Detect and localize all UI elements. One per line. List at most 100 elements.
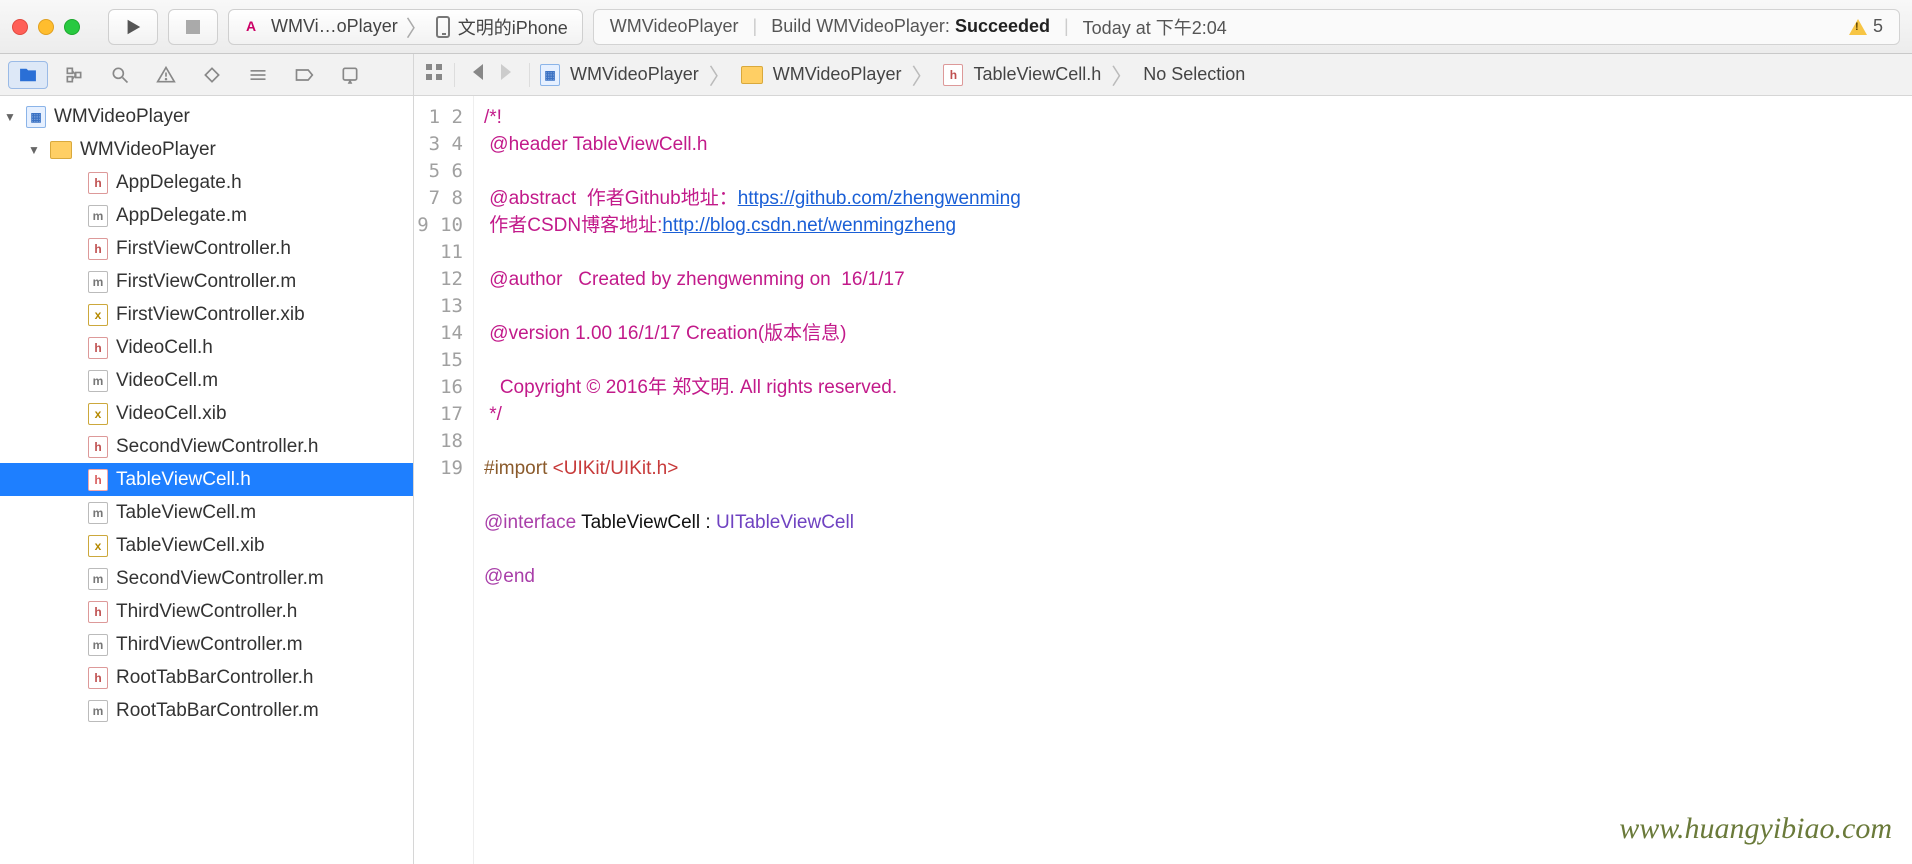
- test-navigator-tab[interactable]: [192, 61, 232, 89]
- scheme-selector[interactable]: WMVi…oPlayer 〉 文明的iPhone: [228, 9, 583, 45]
- header-file-icon: h: [943, 64, 963, 86]
- status-build: Build WMVideoPlayer: Succeeded: [771, 16, 1050, 37]
- tree-label: SecondViewController.h: [116, 436, 318, 458]
- file-icon: h: [88, 172, 108, 194]
- tree-file[interactable]: m RootTabBarController.m: [0, 694, 413, 727]
- tree-file[interactable]: m FirstViewController.m: [0, 265, 413, 298]
- close-window-button[interactable]: [12, 19, 28, 35]
- tree-group[interactable]: ▼ WMVideoPlayer: [0, 133, 413, 166]
- file-icon: x: [88, 304, 108, 326]
- project-navigator[interactable]: ▼ ▦ WMVideoPlayer ▼ WMVideoPlayer hAppDe…: [0, 96, 414, 864]
- file-icon: m: [88, 205, 108, 227]
- zoom-window-button[interactable]: [64, 19, 80, 35]
- tree-label: VideoCell.m: [116, 370, 218, 392]
- run-button[interactable]: [108, 9, 158, 45]
- tree-label: AppDelegate.m: [116, 205, 247, 227]
- toolbar: WMVi…oPlayer 〉 文明的iPhone WMVideoPlayer |…: [0, 0, 1912, 54]
- tree-file[interactable]: mVideoCell.m: [0, 364, 413, 397]
- editor-jump-bar: ▦ WMVideoPlayer 〉 WMVideoPlayer 〉 h Tabl…: [414, 54, 1912, 95]
- minimize-window-button[interactable]: [38, 19, 54, 35]
- file-icon: x: [88, 403, 108, 425]
- chevron-right-icon: 〉: [709, 59, 731, 91]
- tree-label: TableViewCell.h: [116, 469, 251, 491]
- tree-label: TableViewCell.m: [116, 502, 256, 524]
- tab-bar: ▦ WMVideoPlayer 〉 WMVideoPlayer 〉 h Tabl…: [0, 54, 1912, 96]
- folder-icon: [741, 66, 763, 84]
- crumb-file[interactable]: TableViewCell.h: [973, 64, 1101, 85]
- file-icon: x: [88, 535, 108, 557]
- file-icon: h: [88, 601, 108, 623]
- tree-label: SecondViewController.m: [116, 568, 324, 590]
- crumb-selection[interactable]: No Selection: [1143, 64, 1245, 85]
- csdn-link[interactable]: http://blog.csdn.net/wenmingzheng: [662, 215, 956, 236]
- file-icon: h: [88, 436, 108, 458]
- tree-label: ThirdViewController.h: [116, 601, 297, 623]
- status-time: Today at 下午2:04: [1083, 14, 1227, 40]
- file-icon: m: [88, 568, 108, 590]
- tree-label: TableViewCell.xib: [116, 535, 265, 557]
- scheme-app-label: WMVi…oPlayer: [271, 16, 398, 37]
- activity-status: WMVideoPlayer | Build WMVideoPlayer: Suc…: [593, 9, 1900, 45]
- issue-navigator-tab[interactable]: [146, 61, 186, 89]
- project-navigator-tab[interactable]: [8, 61, 48, 89]
- navigator-tabs: [0, 54, 414, 95]
- crumb-group[interactable]: WMVideoPlayer: [773, 64, 902, 85]
- history-nav: [465, 62, 519, 87]
- tree-label: FirstViewController.m: [116, 271, 296, 293]
- tree-label: RootTabBarController.m: [116, 700, 319, 722]
- symbol-navigator-tab[interactable]: [54, 61, 94, 89]
- breadcrumb[interactable]: ▦ WMVideoPlayer 〉 WMVideoPlayer 〉 h Tabl…: [540, 59, 1245, 91]
- tree-file[interactable]: m AppDelegate.m: [0, 199, 413, 232]
- debug-navigator-tab[interactable]: [238, 61, 278, 89]
- warnings-count: 5: [1873, 16, 1883, 37]
- status-project: WMVideoPlayer: [610, 16, 739, 37]
- tree-label: RootTabBarController.h: [116, 667, 314, 689]
- tree-file[interactable]: h SecondViewController.h: [0, 430, 413, 463]
- tree-file[interactable]: mThirdViewController.m: [0, 628, 413, 661]
- warning-triangle-icon: [1849, 19, 1867, 35]
- report-navigator-tab[interactable]: [330, 61, 370, 89]
- chevron-right-icon: 〉: [406, 11, 428, 43]
- tree-file[interactable]: hAppDelegate.h: [0, 166, 413, 199]
- warnings-indicator[interactable]: 5: [1849, 16, 1883, 37]
- file-icon: m: [88, 271, 108, 293]
- find-navigator-tab[interactable]: [100, 61, 140, 89]
- back-button[interactable]: [471, 62, 485, 87]
- tree-file[interactable]: h RootTabBarController.h: [0, 661, 413, 694]
- tree-file[interactable]: x TableViewCell.xib: [0, 529, 413, 562]
- folder-icon: [50, 141, 72, 159]
- tree-file[interactable]: m SecondViewController.m: [0, 562, 413, 595]
- file-icon: h: [88, 469, 108, 491]
- project-icon: ▦: [540, 64, 560, 86]
- project-icon: ▦: [26, 106, 46, 128]
- disclosure-triangle-icon[interactable]: ▼: [28, 143, 42, 157]
- breakpoint-navigator-tab[interactable]: [284, 61, 324, 89]
- main-split: ▼ ▦ WMVideoPlayer ▼ WMVideoPlayer hAppDe…: [0, 96, 1912, 864]
- tree-file[interactable]: hVideoCell.h: [0, 331, 413, 364]
- tree-file[interactable]: h TableViewCell.h: [0, 463, 413, 496]
- disclosure-triangle-icon[interactable]: ▼: [4, 110, 18, 124]
- tree-label: FirstViewController.xib: [116, 304, 305, 326]
- code-area[interactable]: /*! @header TableViewCell.h @abstract 作者…: [474, 96, 1912, 864]
- scheme-device-label: 文明的iPhone: [458, 14, 568, 40]
- tree-label: VideoCell.xib: [116, 403, 227, 425]
- forward-button[interactable]: [499, 62, 513, 87]
- github-link[interactable]: https://github.com/zhengwenming: [738, 188, 1021, 209]
- stop-button[interactable]: [168, 9, 218, 45]
- line-gutter: 1 2 3 4 5 6 7 8 9 10 11 12 13 14 15 16 1…: [414, 96, 474, 864]
- tree-file[interactable]: x VideoCell.xib: [0, 397, 413, 430]
- file-icon: h: [88, 667, 108, 689]
- chevron-right-icon: 〉: [911, 59, 933, 91]
- crumb-project[interactable]: WMVideoPlayer: [570, 64, 699, 85]
- tree-file[interactable]: mTableViewCell.m: [0, 496, 413, 529]
- app-icon: [243, 17, 263, 37]
- tree-project-root[interactable]: ▼ ▦ WMVideoPlayer: [0, 100, 413, 133]
- related-items-button[interactable]: [424, 62, 444, 87]
- tree-file[interactable]: x FirstViewController.xib: [0, 298, 413, 331]
- file-icon: m: [88, 634, 108, 656]
- file-icon: m: [88, 700, 108, 722]
- tree-file[interactable]: h ThirdViewController.h: [0, 595, 413, 628]
- source-editor[interactable]: 1 2 3 4 5 6 7 8 9 10 11 12 13 14 15 16 1…: [414, 96, 1912, 864]
- window-controls: [12, 19, 80, 35]
- tree-file[interactable]: hFirstViewController.h: [0, 232, 413, 265]
